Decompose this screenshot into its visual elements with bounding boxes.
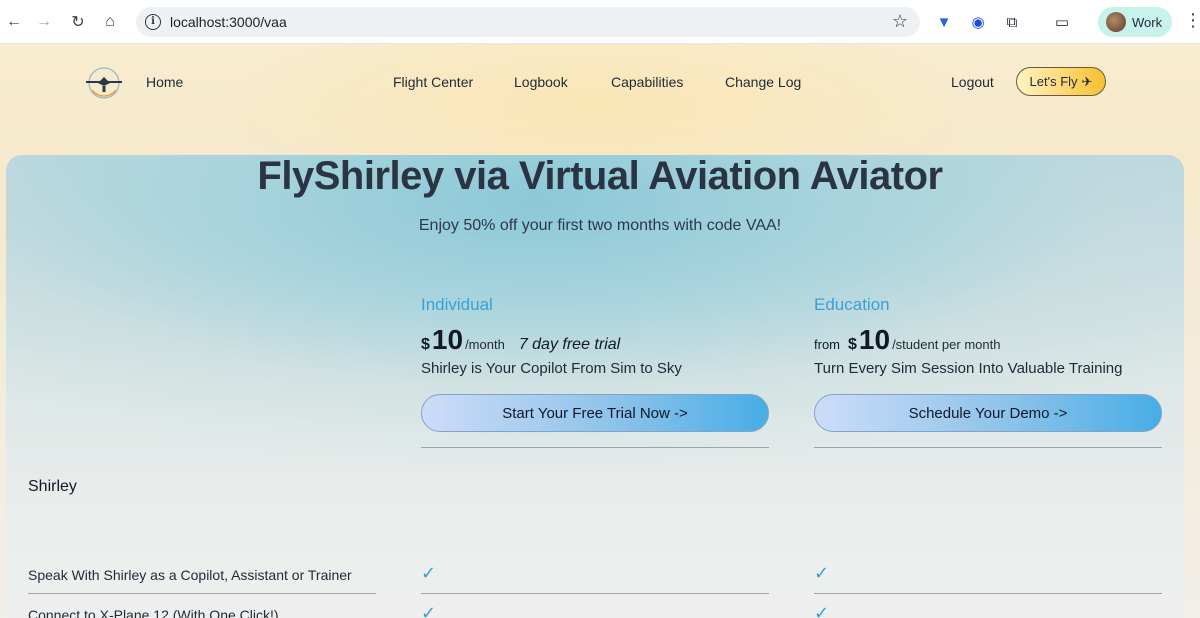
- site-info-icon[interactable]: i: [145, 14, 161, 30]
- check-icon: ✓: [814, 603, 830, 618]
- url-text[interactable]: localhost:3000/vaa: [170, 14, 287, 30]
- row-divider: [421, 593, 769, 594]
- plan-name: Education: [814, 295, 890, 314]
- browser-menu-icon[interactable]: ⋮: [1184, 10, 1200, 31]
- page-title: FlyShirley via Virtual Aviation Aviator: [257, 154, 943, 198]
- extensions-puzzle-icon[interactable]: ⧉: [1000, 10, 1024, 34]
- site-logo[interactable]: [84, 66, 124, 100]
- price-amount: 10: [431, 324, 464, 355]
- lets-fly-label: Let's Fly: [1029, 74, 1078, 89]
- feature-label: Speak With Shirley as a Copilot, Assista…: [28, 567, 352, 583]
- start-trial-button[interactable]: Start Your Free Trial Now ->: [421, 394, 769, 432]
- plan-tagline: Shirley is Your Copilot From Sim to Sky: [421, 360, 682, 377]
- profile-chip[interactable]: Work: [1098, 7, 1172, 37]
- nav-logout[interactable]: Logout: [951, 74, 994, 90]
- home-icon[interactable]: ⌂: [98, 10, 122, 34]
- plan-tagline: Turn Every Sim Session Into Valuable Tra…: [814, 360, 1123, 377]
- avatar: [1106, 12, 1126, 32]
- row-divider: [28, 593, 376, 594]
- airplane-icon: ✈: [1081, 73, 1093, 89]
- tab-search-icon[interactable]: ▭: [1050, 10, 1074, 34]
- price-period: /student per month: [892, 337, 1001, 352]
- check-icon: ✓: [421, 603, 437, 618]
- plan-individual: Individual $ 10 /month 7 day free trial …: [421, 295, 769, 448]
- nav-capabilities[interactable]: Capabilities: [611, 74, 683, 90]
- divider: [421, 447, 769, 448]
- password-manager-icon[interactable]: ◉: [966, 10, 990, 34]
- plan-price: from $ 10 /student per month: [814, 324, 1162, 356]
- check-icon: ✓: [814, 563, 830, 583]
- bookmark-star-icon[interactable]: ☆: [892, 11, 908, 32]
- vee-extension-icon[interactable]: ▼: [932, 10, 956, 34]
- check-icon: ✓: [421, 563, 437, 583]
- price-from: from: [814, 337, 840, 352]
- address-bar[interactable]: i localhost:3000/vaa ☆: [136, 7, 920, 37]
- nav-home[interactable]: Home: [146, 74, 183, 90]
- reload-icon[interactable]: ↻: [66, 10, 90, 34]
- lets-fly-button[interactable]: Let's Fly ✈: [1016, 67, 1106, 96]
- row-divider: [814, 593, 1162, 594]
- price-currency: $: [421, 336, 430, 353]
- nav-logbook[interactable]: Logbook: [514, 74, 568, 90]
- price-amount: 10: [858, 324, 891, 355]
- site-nav: Home Flight Center Logbook Capabilities …: [0, 44, 1200, 124]
- plan-price: $ 10 /month 7 day free trial: [421, 324, 769, 356]
- profile-label: Work: [1132, 14, 1163, 30]
- divider: [814, 447, 1162, 448]
- price-currency: $: [848, 336, 857, 353]
- feature-label: Connect to X-Plane 12 (With One Click!): [28, 607, 279, 618]
- promo-subtitle: Enjoy 50% off your first two months with…: [418, 217, 782, 234]
- price-period: /month: [465, 337, 505, 352]
- browser-toolbar: ← → ↻ ⌂ i localhost:3000/vaa ☆ ▼ ◉ ⧉ ▭ W…: [0, 0, 1200, 44]
- nav-flight-center[interactable]: Flight Center: [393, 74, 473, 90]
- plan-education: Education from $ 10 /student per month T…: [814, 295, 1162, 448]
- back-icon[interactable]: ←: [2, 10, 26, 34]
- trial-note: 7 day free trial: [518, 336, 621, 353]
- feature-section-title: Shirley: [28, 478, 77, 495]
- plan-name: Individual: [421, 295, 493, 314]
- nav-change-log[interactable]: Change Log: [725, 74, 801, 90]
- forward-icon[interactable]: →: [32, 10, 56, 34]
- schedule-demo-button[interactable]: Schedule Your Demo ->: [814, 394, 1162, 432]
